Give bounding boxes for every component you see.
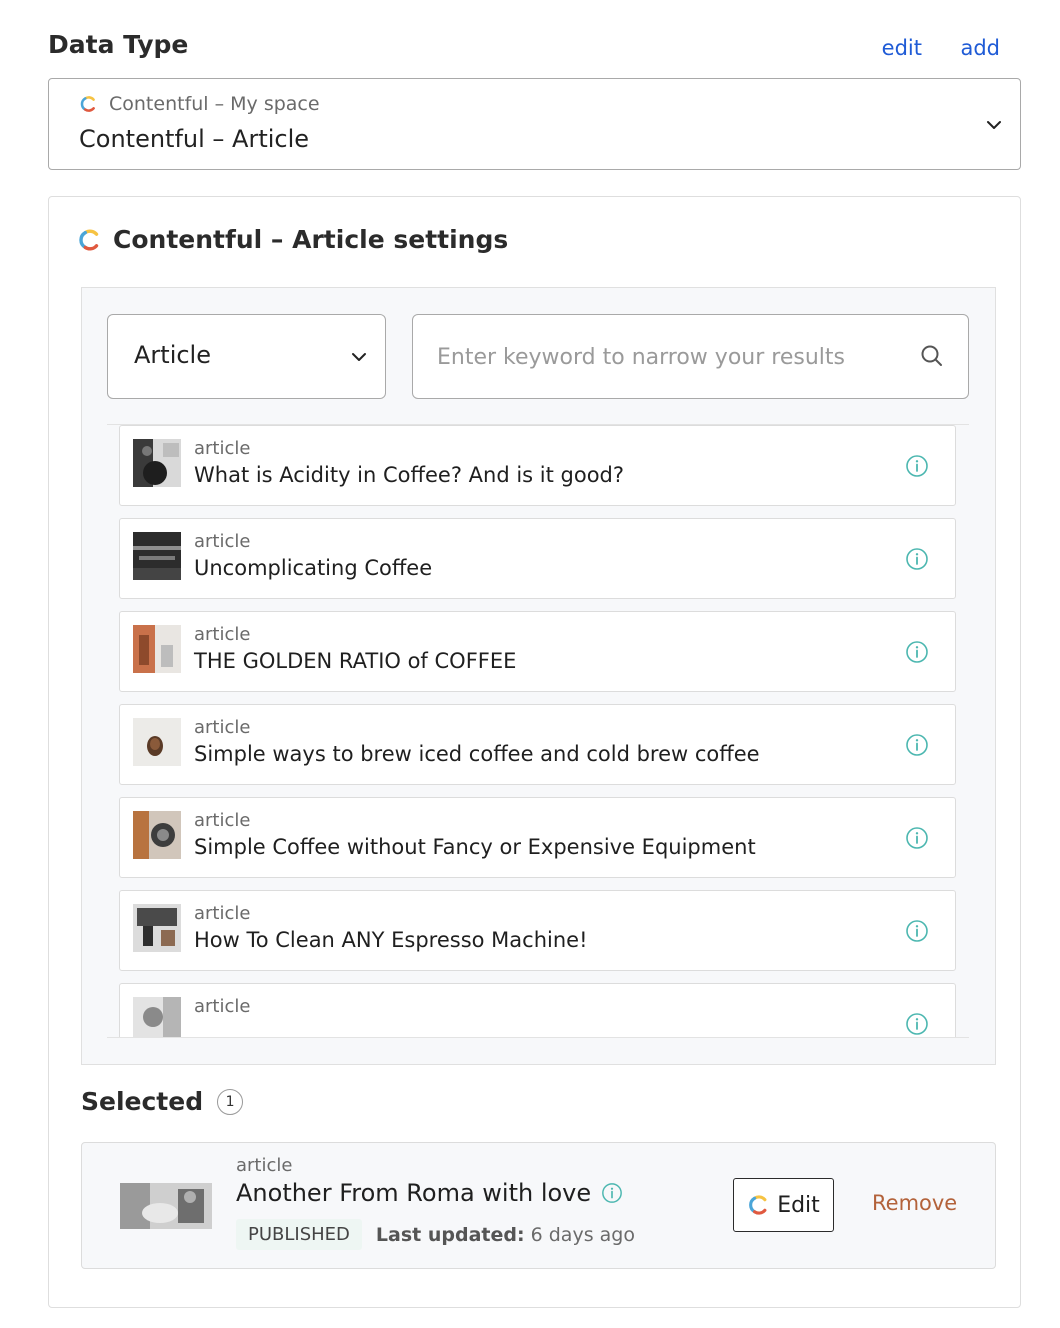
data-type-source: Contentful – My space (79, 93, 320, 115)
entry-type: article (194, 717, 251, 738)
info-icon[interactable] (905, 1012, 929, 1036)
entry-thumbnail (133, 904, 181, 952)
edit-data-type-link[interactable]: edit (882, 36, 922, 60)
entry-thumbnail (133, 997, 181, 1037)
entry-title: Simple ways to brew iced coffee and cold… (194, 742, 760, 766)
info-icon[interactable] (905, 547, 929, 571)
article-settings-panel: Contentful – Article settings Article ar… (48, 196, 1021, 1308)
entry-thumbnail (133, 532, 181, 580)
entry-type: article (194, 624, 251, 645)
entry-type: article (194, 903, 251, 924)
add-data-type-link[interactable]: add (960, 36, 1000, 60)
entry-title: THE GOLDEN RATIO of COFFEE (194, 649, 517, 673)
list-item[interactable]: article How To Clean ANY Espresso Machin… (119, 890, 956, 971)
settings-title-label: Contentful – Article settings (113, 225, 509, 254)
selected-entry-meta: PUBLISHED Last updated: 6 days ago (236, 1219, 635, 1250)
entry-title: How To Clean ANY Espresso Machine! (194, 928, 588, 952)
selected-label: Selected (81, 1087, 204, 1116)
entry-title: Simple Coffee without Fancy or Expensive… (194, 835, 756, 859)
last-updated-label: Last updated: (375, 1223, 525, 1246)
entry-type: article (194, 810, 251, 831)
entry-list[interactable]: article What is Acidity in Coffee? And i… (107, 425, 969, 1038)
list-item[interactable]: article (119, 983, 956, 1037)
info-icon[interactable] (905, 454, 929, 478)
list-item[interactable]: article Uncomplicating Coffee (119, 518, 956, 599)
contentful-logo-icon (749, 1195, 767, 1215)
entry-type: article (194, 438, 251, 459)
entry-thumbnail (133, 625, 181, 673)
list-item[interactable]: article Simple Coffee without Fancy or E… (119, 797, 956, 878)
entry-title: Uncomplicating Coffee (194, 556, 433, 580)
chevron-down-icon (352, 353, 366, 361)
selected-entry-thumbnail (120, 1183, 212, 1229)
entry-thumbnail (133, 811, 181, 859)
settings-title: Contentful – Article settings (77, 225, 508, 254)
remove-button[interactable]: Remove (872, 1191, 957, 1215)
search-input[interactable] (437, 335, 907, 379)
info-icon[interactable] (905, 826, 929, 850)
edit-button-label: Edit (777, 1192, 820, 1218)
data-type-title: Data Type (48, 30, 189, 59)
contentful-logo-icon (79, 229, 99, 250)
search-box (412, 314, 969, 399)
contentful-logo-icon (80, 96, 95, 112)
last-updated: Last updated: 6 days ago (376, 1224, 635, 1246)
entry-type: article (194, 996, 251, 1017)
entry-thumbnail (133, 718, 181, 766)
status-badge: PUBLISHED (236, 1219, 362, 1250)
info-icon[interactable] (905, 919, 929, 943)
list-item[interactable]: article Simple ways to brew iced coffee … (119, 704, 956, 785)
data-type-header: Data Type edit add (48, 28, 1020, 68)
chevron-down-icon (987, 121, 1001, 129)
data-type-select[interactable]: Contentful – My space Contentful – Artic… (48, 78, 1021, 170)
search-icon[interactable] (920, 344, 944, 368)
info-icon[interactable] (905, 733, 929, 757)
list-item[interactable]: article THE GOLDEN RATIO of COFFEE (119, 611, 956, 692)
selected-entry-card: article Another From Roma with love PUBL… (81, 1142, 996, 1269)
selected-entry-type: article (236, 1155, 293, 1176)
selected-entry-title-row: Another From Roma with love (236, 1179, 623, 1207)
list-item[interactable]: article What is Acidity in Coffee? And i… (119, 425, 956, 506)
info-icon[interactable] (905, 640, 929, 664)
entry-picker: Article article What is Acidity in Coffe… (81, 287, 996, 1065)
entry-type: article (194, 531, 251, 552)
selected-count-badge: 1 (217, 1088, 244, 1115)
selected-header: Selected 1 (81, 1087, 244, 1116)
entry-thumbnail (133, 439, 181, 487)
edit-in-contentful-button[interactable]: Edit (733, 1178, 834, 1232)
info-icon[interactable] (601, 1182, 623, 1204)
data-type-source-label: Contentful – My space (109, 93, 320, 115)
selected-entry-title: Another From Roma with love (236, 1179, 592, 1207)
entry-title: What is Acidity in Coffee? And is it goo… (194, 463, 625, 487)
content-type-value: Article (134, 341, 211, 369)
data-type-value: Contentful – Article (79, 125, 310, 153)
content-type-select[interactable]: Article (107, 314, 386, 399)
last-updated-value: 6 days ago (524, 1223, 635, 1246)
